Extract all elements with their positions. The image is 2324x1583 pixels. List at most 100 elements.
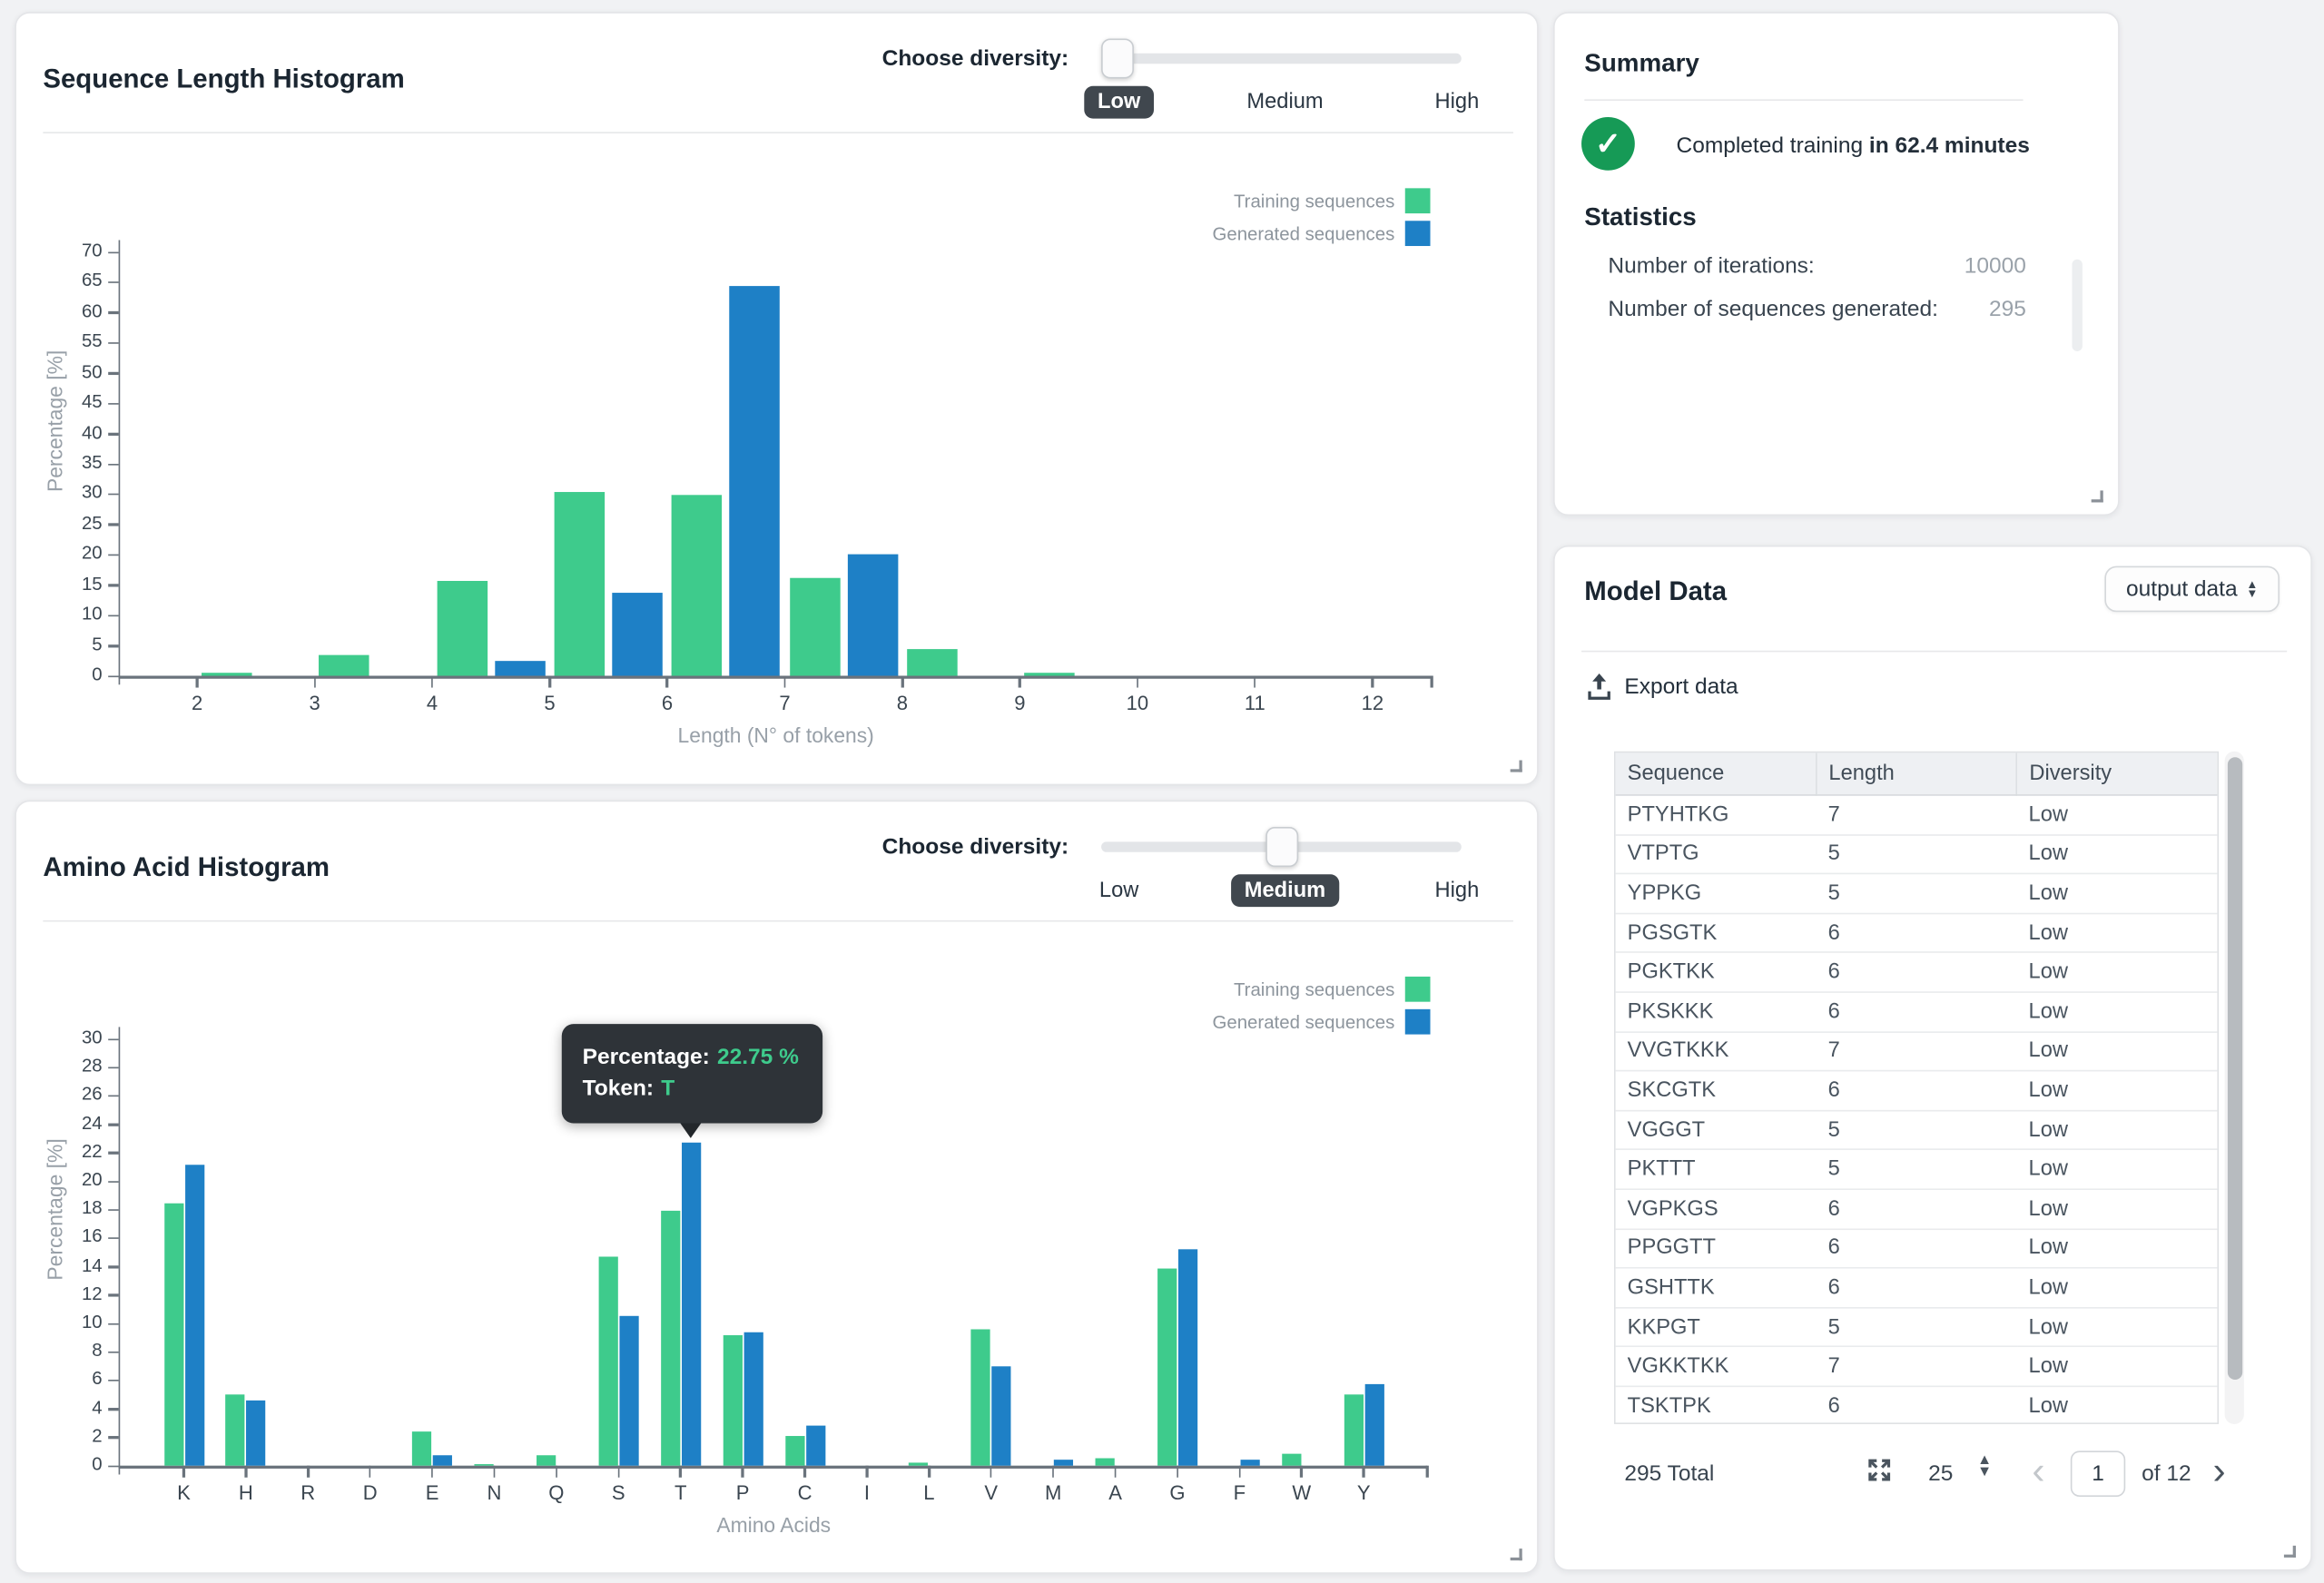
select-arrows-icon: ▲▼	[2246, 580, 2258, 598]
table-row[interactable]: GSHTTK6Low	[1616, 1268, 2218, 1307]
bar-training-T[interactable]	[661, 1211, 680, 1466]
y-tick-label: 0	[37, 1454, 103, 1475]
expand-table-button[interactable]	[1866, 1457, 1893, 1490]
upload-icon	[1588, 673, 1611, 701]
divider	[1584, 99, 2023, 101]
bar-training-K[interactable]	[163, 1204, 182, 1465]
stepper-down-icon[interactable]: ▼	[1977, 1467, 1992, 1477]
bar-generated-P[interactable]	[743, 1332, 763, 1465]
x-tick-label: M	[1020, 1482, 1086, 1504]
bar-generated-4[interactable]	[495, 661, 546, 675]
table-row[interactable]: PPGGTT6Low	[1616, 1229, 2218, 1268]
table-scrollbar-thumb[interactable]	[2227, 757, 2241, 1380]
previous-page-button[interactable]: ‹	[2032, 1455, 2044, 1485]
bar-training-6[interactable]	[672, 495, 723, 675]
bar-training-E[interactable]	[412, 1431, 431, 1466]
bar-training-P[interactable]	[723, 1334, 742, 1465]
bar-training-V[interactable]	[971, 1329, 990, 1465]
y-tick-mark	[108, 1437, 118, 1439]
table-row[interactable]: PKTTT5Low	[1616, 1150, 2218, 1189]
model-data-panel: Model Data output data ▲▼ Export data Se…	[1553, 546, 2312, 1571]
bar-generated-G[interactable]	[1178, 1249, 1197, 1465]
bar-training-4[interactable]	[437, 581, 487, 676]
resize-handle-icon[interactable]	[1511, 1549, 1522, 1560]
table-row[interactable]: PKSKKK6Low	[1616, 992, 2218, 1031]
y-tick-mark	[108, 251, 118, 253]
table-row[interactable]: PGKTKK6Low	[1616, 953, 2218, 992]
table-row[interactable]: KKPGT5Low	[1616, 1307, 2218, 1346]
bar-generated-V[interactable]	[992, 1366, 1011, 1466]
table-row[interactable]: PTYHTKG7Low	[1616, 795, 2218, 834]
bar-training-3[interactable]	[320, 654, 370, 675]
x-tick-label: T	[648, 1482, 714, 1504]
x-tick-mark	[1363, 1466, 1364, 1478]
resize-handle-icon[interactable]	[1511, 761, 1522, 772]
amino-acid-panel: Amino Acid Histogram Choose diversity: L…	[15, 801, 1538, 1574]
page-number-input[interactable]	[2071, 1450, 2125, 1497]
resize-handle-icon[interactable]	[2092, 490, 2103, 502]
bar-generated-K[interactable]	[184, 1165, 203, 1466]
bar-training-5[interactable]	[554, 492, 605, 676]
resize-handle-icon[interactable]	[2284, 1546, 2296, 1558]
bar-training-8[interactable]	[907, 649, 958, 675]
bar-training-W[interactable]	[1282, 1454, 1301, 1466]
bar-generated-E[interactable]	[433, 1456, 452, 1466]
table-row[interactable]: VTPTG5Low	[1616, 834, 2218, 873]
data-source-select[interactable]: output data ▲▼	[2104, 566, 2280, 613]
bar-generated-F[interactable]	[1240, 1460, 1259, 1466]
table-row[interactable]: VGGGT5Low	[1616, 1110, 2218, 1149]
bar-generated-6[interactable]	[730, 287, 781, 676]
table-row[interactable]: YPPKG5Low	[1616, 874, 2218, 913]
sequence-cell: GSHTTK	[1616, 1268, 1817, 1307]
diversity-cell: Low	[2016, 834, 2217, 873]
x-tick-label: W	[1269, 1482, 1334, 1504]
bar-training-2[interactable]	[202, 674, 252, 676]
table-row[interactable]: VVGTKKK7Low	[1616, 1031, 2218, 1070]
bar-training-S[interactable]	[598, 1256, 617, 1465]
table-row[interactable]: VGPKGS6Low	[1616, 1189, 2218, 1228]
bar-training-G[interactable]	[1157, 1268, 1177, 1466]
bar-generated-7[interactable]	[847, 554, 898, 675]
statistics-scrollbar[interactable]	[2072, 260, 2082, 351]
bar-generated-Y[interactable]	[1364, 1384, 1384, 1465]
bar-generated-T[interactable]	[682, 1142, 701, 1466]
x-tick-label: G	[1145, 1482, 1210, 1504]
bar-generated-H[interactable]	[247, 1401, 266, 1466]
length-cell: 6	[1817, 953, 2017, 992]
column-header-length[interactable]: Length	[1817, 752, 2017, 795]
y-tick-mark	[108, 675, 118, 677]
bar-training-A[interactable]	[1096, 1459, 1115, 1466]
bar-training-H[interactable]	[226, 1394, 245, 1465]
x-tick-label: 2	[164, 692, 230, 713]
page-size-stepper[interactable]: ▲▼	[1977, 1455, 1992, 1477]
export-data-button[interactable]: Export data	[1588, 673, 1738, 701]
bar-training-Q[interactable]	[537, 1456, 556, 1466]
length-cell: 7	[1817, 795, 2017, 834]
y-tick-label: 10	[37, 604, 103, 624]
table-row[interactable]: TSKTPK6Low	[1616, 1386, 2218, 1424]
table-row[interactable]: PGSGTK6Low	[1616, 913, 2218, 952]
bar-training-9[interactable]	[1024, 674, 1075, 676]
bar-training-Y[interactable]	[1344, 1394, 1363, 1465]
bar-generated-M[interactable]	[1054, 1460, 1073, 1465]
table-row[interactable]: VGKKTKK7Low	[1616, 1347, 2218, 1386]
x-tick-mark	[1019, 675, 1020, 687]
tooltip-arrow-icon	[680, 1124, 701, 1138]
bar-training-C[interactable]	[784, 1436, 803, 1466]
bar-generated-S[interactable]	[619, 1316, 638, 1466]
diversity-cell: Low	[2016, 1150, 2217, 1189]
bar-generated-C[interactable]	[805, 1426, 824, 1466]
column-header-sequence[interactable]: Sequence	[1616, 752, 1817, 795]
y-tick-mark	[108, 372, 118, 374]
next-page-button[interactable]: ›	[2213, 1455, 2226, 1485]
table-row[interactable]: SKCGTK6Low	[1616, 1071, 2218, 1110]
bar-training-L[interactable]	[909, 1463, 928, 1466]
column-header-diversity[interactable]: Diversity	[2016, 752, 2217, 795]
table-scrollbar-track[interactable]	[2225, 752, 2244, 1424]
statistics-title: Statistics	[1584, 203, 1696, 233]
bar-generated-5[interactable]	[612, 593, 663, 675]
length-cell: 6	[1817, 1229, 2017, 1268]
bar-training-N[interactable]	[474, 1463, 493, 1465]
length-cell: 6	[1817, 1268, 2017, 1307]
bar-training-7[interactable]	[789, 578, 840, 675]
